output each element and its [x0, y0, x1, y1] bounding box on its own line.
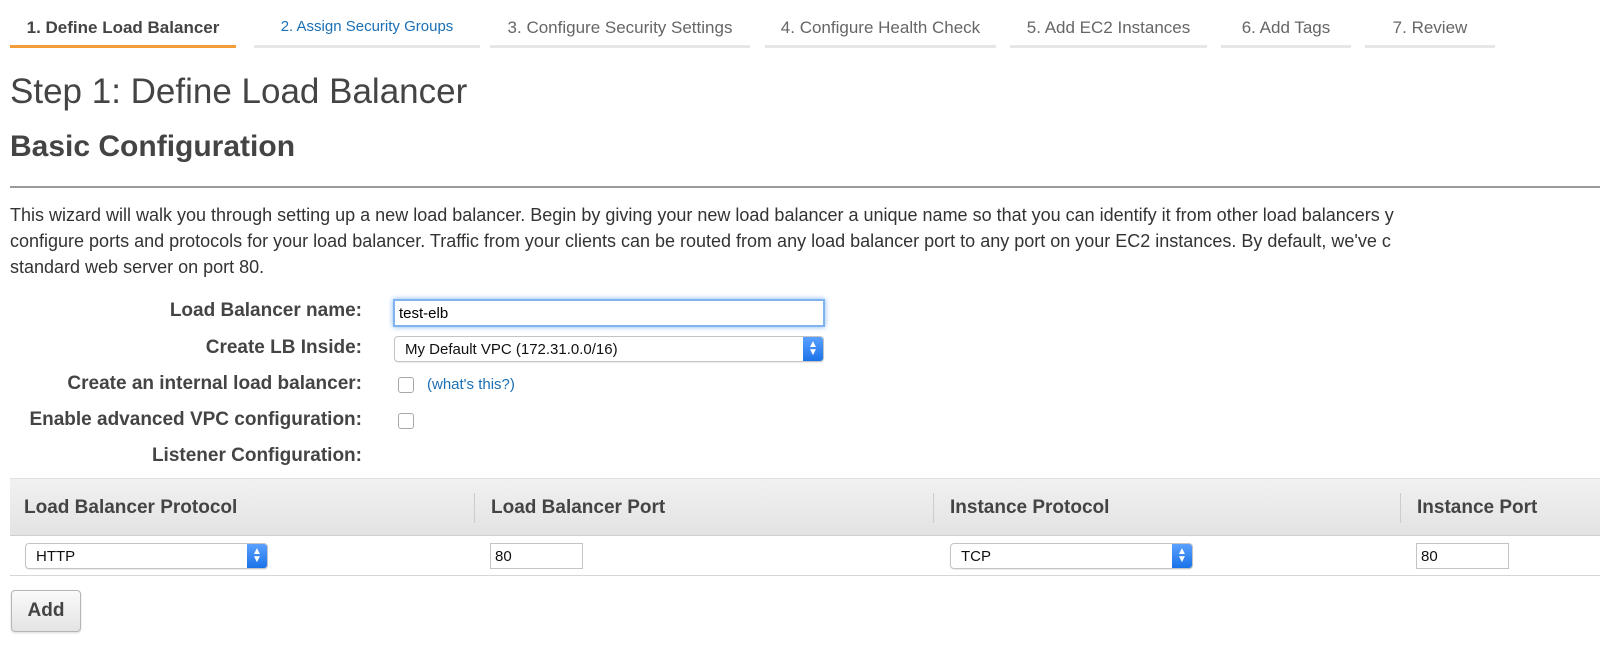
section-divider: [10, 186, 1600, 188]
chevron-updown-icon: ▲ ▼: [247, 544, 267, 568]
column-header-lb-protocol: Load Balancer Protocol: [24, 497, 238, 518]
listener-table-header: Load Balancer Protocol Load Balancer Por…: [10, 478, 1600, 536]
column-divider: [474, 493, 475, 523]
intro-line: standard web server on port 80.: [10, 257, 265, 277]
tab-add-tags[interactable]: 6. Add Tags: [1221, 0, 1351, 48]
column-divider: [1400, 493, 1401, 523]
chevron-updown-icon: ▲ ▼: [803, 337, 823, 361]
column-header-instance-protocol: Instance Protocol: [950, 497, 1110, 518]
section-title: Basic Configuration: [10, 130, 296, 163]
tab-add-ec2-instances[interactable]: 5. Add EC2 Instances: [1010, 0, 1207, 48]
chevron-updown-icon: ▲ ▼: [1172, 544, 1192, 568]
tab-review[interactable]: 7. Review: [1365, 0, 1495, 48]
load-balancer-name-input[interactable]: [393, 299, 825, 327]
lb-port-input[interactable]: [490, 543, 583, 569]
add-listener-button[interactable]: Add: [11, 590, 81, 632]
column-header-instance-port: Instance Port: [1417, 497, 1538, 518]
listener-table: Load Balancer Protocol Load Balancer Por…: [10, 478, 1600, 576]
listener-configuration-label: Listener Configuration:: [151, 445, 362, 466]
instance-protocol-value: TCP: [961, 547, 991, 565]
tab-configure-health-check[interactable]: 4. Configure Health Check: [765, 0, 996, 48]
intro-text: This wizard will walk you through settin…: [10, 202, 1600, 280]
whats-this-link[interactable]: (what's this?): [427, 376, 515, 393]
table-row: HTTP ▲▼ TCP ▲▼: [10, 536, 1600, 576]
create-lb-inside-label: Create LB Inside:: [205, 337, 362, 358]
tab-assign-security-groups[interactable]: 2. Assign Security Groups: [254, 0, 480, 48]
tab-define-load-balancer[interactable]: 1. Define Load Balancer: [10, 0, 236, 48]
vpc-select-value: My Default VPC (172.31.0.0/16): [405, 340, 618, 358]
intro-line: This wizard will walk you through settin…: [10, 205, 1394, 225]
lb-protocol-value: HTTP: [36, 547, 76, 565]
advanced-vpc-label: Enable advanced VPC configuration:: [29, 409, 362, 430]
instance-port-input[interactable]: [1416, 543, 1509, 569]
intro-line: configure ports and protocols for your l…: [10, 231, 1391, 251]
instance-protocol-select[interactable]: TCP ▲ ▼: [950, 543, 1193, 569]
load-balancer-name-label: Load Balancer name:: [169, 300, 362, 321]
column-divider: [933, 493, 934, 523]
internal-lb-checkbox[interactable]: [398, 377, 414, 393]
vpc-select[interactable]: My Default VPC (172.31.0.0/16) ▲ ▼: [394, 336, 824, 362]
column-header-lb-port: Load Balancer Port: [491, 497, 666, 518]
advanced-vpc-checkbox[interactable]: [398, 413, 414, 429]
lb-protocol-select[interactable]: HTTP ▲ ▼: [25, 543, 268, 569]
page-title: Step 1: Define Load Balancer: [10, 72, 468, 111]
internal-lb-label: Create an internal load balancer:: [67, 373, 362, 394]
tab-configure-security-settings[interactable]: 3. Configure Security Settings: [490, 0, 750, 48]
